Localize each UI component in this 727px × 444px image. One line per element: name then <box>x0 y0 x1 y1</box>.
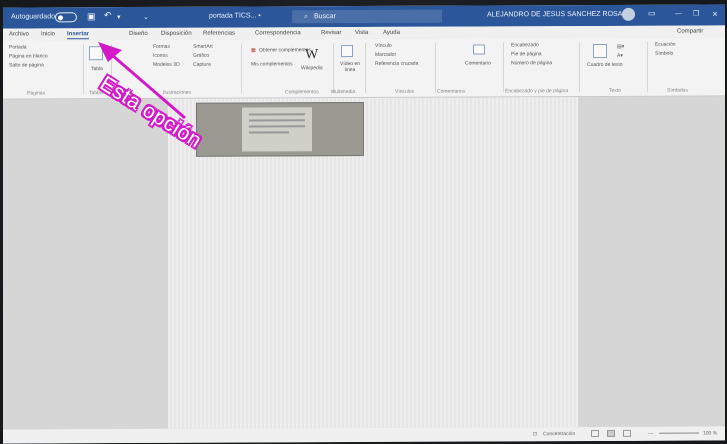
ribbon-separator <box>241 43 242 94</box>
cross-reference-button[interactable]: Referencia cruzada <box>375 61 418 67</box>
group-label-addins: Complementos <box>285 89 319 96</box>
text-box-icon[interactable] <box>593 43 607 59</box>
tab-insertar[interactable]: Insertar <box>67 31 90 40</box>
cover-page-button[interactable]: Portada <box>9 44 27 50</box>
screenshot-line <box>249 131 289 134</box>
chart-button[interactable]: Gráfico <box>193 53 209 59</box>
save-icon[interactable]: ▣ <box>87 11 96 22</box>
avatar[interactable] <box>622 7 635 21</box>
equation-button[interactable]: Ecuación <box>655 42 676 48</box>
bookmark-button[interactable]: Marcador <box>375 52 396 58</box>
wikipedia-button[interactable]: Wikipedia <box>301 65 323 71</box>
smartart-button[interactable]: SmartArt <box>193 44 213 50</box>
word-window: Autoguardado ▣ ↶ ▾ ⌄ portada TICS... • ⌕… <box>3 4 725 444</box>
tab-inicio[interactable]: Inicio <box>41 31 55 37</box>
zoom-out-icon[interactable]: — <box>648 431 653 437</box>
tab-referencias[interactable]: Referencias <box>203 31 235 37</box>
group-label-header-footer: Encabezado y pie de página <box>505 88 569 95</box>
share-button[interactable]: Compartir <box>677 29 703 35</box>
table-icon[interactable] <box>89 46 103 61</box>
shapes-button[interactable]: Formas <box>153 44 170 50</box>
search-label: Buscar <box>314 13 336 21</box>
table-button[interactable]: Tabla <box>91 66 103 72</box>
my-addins-button[interactable]: Mis complementos <box>251 61 293 67</box>
online-video-button[interactable]: Vídeo en línea <box>339 61 361 73</box>
tab-revisar[interactable]: Revisar <box>321 30 341 36</box>
ribbon-display-icon[interactable]: ▭ <box>648 9 656 18</box>
focus-mode-button[interactable]: Concentración <box>543 431 575 437</box>
quick-parts-icon[interactable]: ▤▾ <box>617 44 624 50</box>
ribbon-separator <box>435 42 436 93</box>
group-label-text: Texto <box>609 87 621 94</box>
tab-ayuda[interactable]: Ayuda <box>383 30 400 36</box>
minimize-icon[interactable]: — <box>675 11 682 18</box>
comment-icon[interactable] <box>473 44 485 55</box>
ribbon-separator <box>503 42 504 93</box>
group-label-illustrations: Ilustraciones <box>163 89 192 96</box>
autosave-label: Autoguardado <box>11 13 55 21</box>
ribbon-separator <box>365 42 366 93</box>
close-icon[interactable]: ✕ <box>712 10 718 18</box>
document-name: portada TICS... • <box>209 12 261 20</box>
print-layout-icon[interactable] <box>607 429 615 437</box>
customize-toolbar-icon[interactable]: ⌄ <box>143 13 149 21</box>
footer-button[interactable]: Pie de página <box>511 51 542 57</box>
icons-button[interactable]: Iconos <box>153 53 168 59</box>
group-label-comments: Comentarios <box>437 88 466 95</box>
wikipedia-icon[interactable]: W <box>305 47 318 63</box>
screenshot-line <box>249 125 305 128</box>
page-number-button[interactable]: Número de página <box>511 60 552 66</box>
ribbon-separator <box>579 42 580 93</box>
search-box[interactable]: ⌕ Buscar <box>292 9 442 24</box>
tab-diseno[interactable]: Diseño <box>129 31 148 37</box>
read-mode-icon[interactable] <box>591 429 599 438</box>
tab-disposicion[interactable]: Disposición <box>161 31 192 37</box>
page-break-button[interactable]: Salto de página <box>9 62 44 68</box>
zoom-level[interactable]: 100 % <box>703 430 717 436</box>
autosave-toggle[interactable] <box>55 12 77 23</box>
ribbon-separator <box>647 41 648 92</box>
inserted-screenshot-image[interactable] <box>196 102 364 157</box>
group-label-links: Vínculos <box>395 88 415 95</box>
maximize-icon[interactable]: ❐ <box>693 10 699 18</box>
user-name[interactable]: ALEJANDRO DE JESUS SANCHEZ ROSAS <box>487 11 627 19</box>
focus-mode-icon[interactable]: ⊡ <box>533 431 537 437</box>
online-video-icon[interactable] <box>341 45 353 58</box>
group-label-media: Multimedia <box>331 89 356 96</box>
screenshot-button[interactable]: Captura <box>193 62 211 68</box>
undo-dropdown-icon[interactable]: ▾ <box>117 13 121 21</box>
text-box-button[interactable]: Cuadro de texto <box>587 62 623 68</box>
web-layout-icon[interactable] <box>623 429 631 437</box>
3d-models-button[interactable]: Modelos 3D <box>153 62 180 68</box>
screenshot-line <box>249 113 305 116</box>
get-addins-button[interactable]: Obtener complementos <box>259 47 311 53</box>
group-label-symbols: Símbolos <box>667 87 688 94</box>
ribbon-separator <box>333 43 334 94</box>
wordart-icon[interactable]: A▾ <box>617 53 623 59</box>
symbol-button[interactable]: Símbolo <box>655 51 673 57</box>
tab-correspondencia[interactable]: Correspondencia <box>255 30 301 36</box>
ribbon-separator <box>83 44 84 95</box>
tab-archivo[interactable]: Archivo <box>9 31 29 37</box>
tab-vista[interactable]: Vista <box>355 30 368 36</box>
undo-icon[interactable]: ↶ <box>104 10 112 21</box>
search-icon: ⌕ <box>304 13 308 21</box>
group-label-pages: Páginas <box>27 90 46 97</box>
blank-page-button[interactable]: Página en blanco <box>9 53 48 59</box>
comment-button[interactable]: Comentario <box>465 60 491 66</box>
zoom-slider[interactable] <box>659 432 699 434</box>
screenshot-line <box>249 119 305 122</box>
store-icon: ▦ <box>251 47 256 54</box>
header-button[interactable]: Encabezado <box>511 42 539 48</box>
link-button[interactable]: Vínculo <box>375 43 392 49</box>
